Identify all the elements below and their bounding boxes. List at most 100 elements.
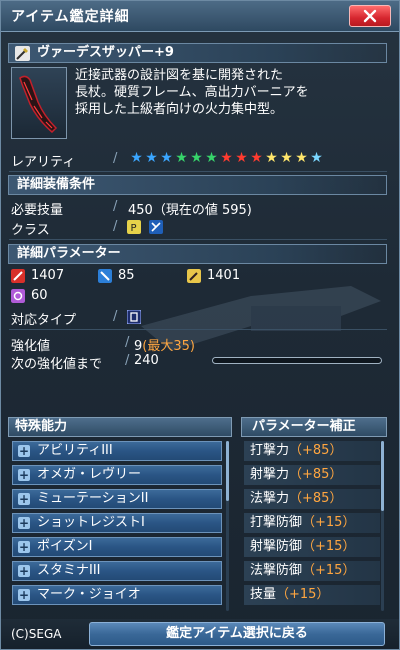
rarity-star-icon: ★ [280,150,293,166]
expand-plus-icon: + [18,444,30,458]
enhance-label: 強化値 [11,339,51,354]
expand-plus-icon: + [18,564,30,578]
rarity-star-icon: ★ [190,150,203,166]
param-bonus-name: 打撃防御 [250,515,303,530]
rarity-star-icon: ★ [175,150,188,166]
rarity-stars: ★ ★ ★ ★ ★ ★ ★ ★ ★ ★ ★ ★ ★ [129,151,324,165]
param-bonus-item: 打撃力（+85） [244,441,380,461]
melee-power-stat: 1407 [11,268,64,283]
ability-item[interactable]: + オメガ・レヴリー [12,465,222,485]
ranged-power-value: 85 [118,268,135,283]
class-label: クラス [11,223,50,238]
ability-item[interactable]: + ショットレジストI [12,513,222,533]
param-bonus-panel: パラメーター補正 打撃力（+85） 射撃力（+85） 法撃力（+85） 打撃防御（+1… [241,417,387,612]
param-bonus-value: （+15） [302,539,356,554]
param-bonus-name: 技量 [250,587,277,602]
requirements-header: 詳細装備条件 [8,175,387,195]
param-bonus-item: 射撃力（+85） [244,465,380,485]
param-bonus-value: （+85） [289,467,343,482]
rarity-star-icon: ★ [145,150,158,166]
ability-item[interactable]: + ミューテーションII [12,489,222,509]
param-bonus-value: （+85） [289,443,343,458]
tech-power-value: 1401 [207,268,241,283]
ability-name: ショットレジストI [37,515,145,530]
separator-slash: / [113,199,118,214]
tech-power-stat: 1401 [187,268,240,283]
param-bonus-name: 法撃防御 [250,563,303,578]
close-icon [363,9,377,23]
param-bonus-value: （+15） [302,515,356,530]
rarity-star-icon: ★ [295,150,308,166]
copyright-text: (C)SEGA [11,627,62,641]
ability-item[interactable]: + スタミナIII [12,561,222,581]
title-bar: アイテム鑑定詳細 [1,1,399,32]
pp-icon [11,288,25,303]
expand-plus-icon: + [18,516,30,530]
ability-name: マーク・ジョイオ [37,587,141,602]
rarity-label: レアリティ [11,155,76,170]
window-title: アイテム鑑定詳細 [11,9,130,25]
description-line: 長杖。硬質フレーム、高出力バーニアを [75,85,309,100]
param-bonus-scrollbar[interactable] [381,441,384,611]
melee-power-value: 1407 [31,268,65,283]
next-enhance-label: 次の強化値まで [11,357,103,372]
pp-value: 60 [31,288,48,303]
expand-plus-icon: + [18,492,30,506]
expand-plus-icon: + [18,468,30,482]
abilities-scrollbar[interactable] [226,441,229,611]
rarity-star-icon: ★ [250,150,263,166]
item-description: 近接武器の設計図を基に開発された 長杖。硬質フレーム、高出力バーニアを 採用した… [75,67,375,118]
param-bonus-value: （+85） [289,491,343,506]
rarity-star-icon: ★ [160,150,173,166]
param-bonus-item: 射撃防御（+15） [244,537,380,557]
scrollbar-thumb[interactable] [226,441,229,501]
separator-slash: / [125,353,130,368]
separator-slash: / [113,151,118,166]
ability-name: ポイズンI [37,539,93,554]
params-header: 詳細パラメーター [8,244,387,264]
rarity-star-icon: ★ [310,150,323,166]
rarity-star-icon: ★ [205,150,218,166]
back-to-selection-button[interactable]: 鑑定アイテム選択に戻る [89,622,385,646]
param-bonus-item: 法撃防御（+15） [244,561,380,581]
skill-label: 必要技量 [11,203,64,218]
ability-item[interactable]: + ポイズンI [12,537,222,557]
ability-name: スタミナIII [37,563,101,578]
enhance-max: (最大35) [142,339,195,354]
ranged-power-stat: 85 [98,268,135,283]
ability-name: アビリティIII [37,443,113,458]
divider [9,329,387,330]
param-bonus-item: 技量（+15） [244,585,380,605]
item-appraisal-window: アイテム鑑定詳細 ヴァーデスザッパー+9 近接武器の設計図を基に開発された 長杖… [0,0,400,650]
skill-value: 450（現在の値 595) [128,203,252,218]
param-bonus-value: （+15） [276,587,330,602]
ability-item[interactable]: + アビリティIII [12,441,222,461]
pp-stat: 60 [11,288,48,303]
tech-power-icon [187,268,201,283]
divider [9,239,387,240]
param-bonus-name: 打撃力 [250,443,290,458]
rarity-star-icon: ★ [265,150,278,166]
next-enhance-value: 240 [134,353,159,368]
divider [9,171,387,172]
close-button[interactable] [349,5,391,27]
item-name-header: ヴァーデスザッパー+9 [8,43,387,63]
enhance-value-group: 9(最大35) [134,335,195,354]
footer: (C)SEGA 鑑定アイテム選択に戻る [1,619,399,649]
param-bonus-value: （+15） [302,563,356,578]
param-bonus-item: 打撃防御（+15） [244,513,380,533]
separator-slash: / [113,309,118,324]
param-bonus-list: 打撃力（+85） 射撃力（+85） 法撃力（+85） 打撃防御（+15） 射撃防御（+1… [241,441,387,605]
separator-slash: / [125,335,130,350]
special-abilities-panel: 特殊能力 + アビリティIII + オメガ・レヴリー + ミューテーションII + ショットレ… [8,417,232,612]
separator-slash: / [113,219,118,234]
type-label: 対応タイプ [11,313,77,328]
scrollbar-thumb[interactable] [381,441,384,511]
param-bonus-name: 射撃防御 [250,539,303,554]
ranged-power-icon [98,268,112,283]
param-bonus-header: パラメーター補正 [241,417,387,437]
melee-power-icon [11,268,25,283]
hero-class-icon [149,220,163,234]
ability-item[interactable]: + マーク・ジョイオ [12,585,222,605]
param-bonus-name: 法撃力 [250,491,290,506]
